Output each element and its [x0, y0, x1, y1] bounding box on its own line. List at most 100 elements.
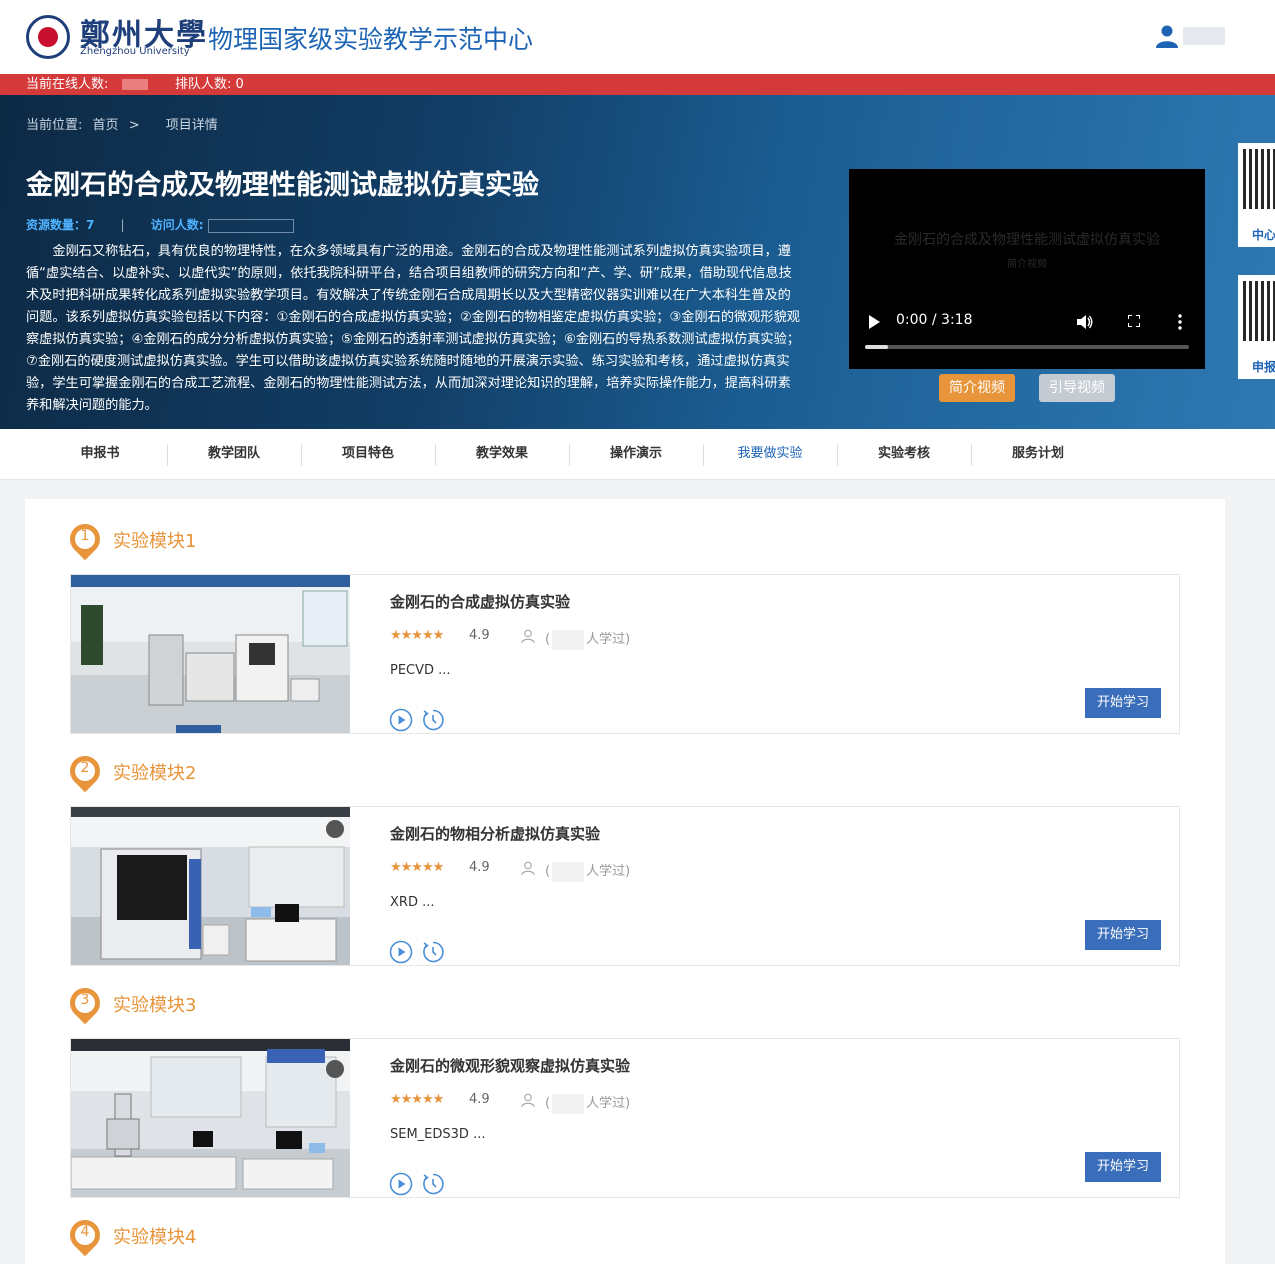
- video-overlay-subtitle: 简介视频: [1007, 259, 1047, 270]
- tab-service-plan[interactable]: 服务计划: [971, 429, 1105, 479]
- learner-count: ( 人学过): [545, 860, 630, 882]
- rating-stars: ★★★★★: [390, 860, 444, 875]
- qr-code-image: [1243, 149, 1275, 209]
- tab-application[interactable]: 申报书: [33, 429, 167, 479]
- resource-count: 资源数量：7: [26, 218, 95, 232]
- tab-do-experiment[interactable]: 我要做实验: [703, 429, 837, 479]
- experiment-description: SEM_EDS3D ...: [390, 1127, 486, 1142]
- project-hero: 当前位置: 首页 > 项目详情 金刚石的合成及物理性能测试虚拟仿真实验 资源数量…: [0, 95, 1275, 429]
- university-seal-logo[interactable]: [26, 15, 70, 59]
- intro-video-button[interactable]: 简介视频: [939, 374, 1015, 402]
- project-description: 金刚石又称钻石，具有优良的物理特性，在众多领域具有广泛的用途。金刚石的合成及物理…: [26, 244, 800, 413]
- play-icon[interactable]: [869, 315, 880, 329]
- learner-count: ( 人学过): [545, 628, 630, 650]
- clock-refresh-icon[interactable]: [421, 940, 445, 964]
- online-count-redacted: [122, 79, 148, 90]
- stats-separator: |: [120, 218, 125, 232]
- tab-teaching-effect[interactable]: 教学效果: [435, 429, 569, 479]
- module-number: 3: [80, 992, 90, 1008]
- visit-counter-image: [207, 218, 294, 233]
- module-label: 实验模块4: [113, 1227, 197, 1248]
- guide-video-button[interactable]: 引导视频: [1039, 374, 1115, 402]
- learner-count-redacted: [552, 861, 585, 882]
- video-progress-fill: [865, 345, 888, 349]
- tab-teaching-team[interactable]: 教学团队: [167, 429, 301, 479]
- user-name-redacted[interactable]: [1183, 27, 1225, 45]
- site-title[interactable]: 物理国家级实验教学示范中心: [208, 20, 533, 56]
- experiment-title[interactable]: 金刚石的合成虚拟仿真实验: [390, 591, 570, 612]
- learner-count-open: (: [545, 864, 551, 879]
- module-label: 实验模块1: [113, 531, 197, 552]
- rating-stars: ★★★★★: [390, 628, 444, 643]
- learner-count-open: (: [545, 1096, 551, 1111]
- experiment-description: XRD ...: [390, 895, 435, 910]
- start-learning-button[interactable]: 开始学习: [1085, 1152, 1161, 1182]
- module-number: 4: [80, 1224, 90, 1240]
- breadcrumb-home[interactable]: 首页: [93, 118, 119, 133]
- module-label: 实验模块3: [113, 995, 197, 1016]
- qr-code-center: 中心: [1238, 143, 1275, 247]
- play-circle-icon[interactable]: [389, 940, 413, 964]
- experiment-thumbnail[interactable]: [71, 1039, 350, 1197]
- visit-count-label: 访问人数:: [150, 218, 204, 232]
- learner-count-redacted: [552, 1093, 585, 1114]
- tab-assessment[interactable]: 实验考核: [837, 429, 971, 479]
- clock-refresh-icon[interactable]: [421, 708, 445, 732]
- intro-video-player[interactable]: 金刚石的合成及物理性能测试虚拟仿真实验 简介视频 0:00 / 3:18: [849, 169, 1205, 369]
- video-time: 0:00 / 3:18: [896, 312, 973, 328]
- experiment-thumbnail[interactable]: [71, 807, 350, 965]
- start-learning-button[interactable]: 开始学习: [1085, 920, 1161, 950]
- learner-count-label: 人学过): [586, 1096, 631, 1111]
- start-learning-button[interactable]: 开始学习: [1085, 688, 1161, 718]
- learner-count-label: 人学过): [586, 632, 631, 647]
- rating-value: 4.9: [469, 628, 490, 643]
- more-options-icon[interactable]: [1178, 314, 1182, 330]
- tab-demo[interactable]: 操作演示: [569, 429, 703, 479]
- experiment-title[interactable]: 金刚石的微观形貌观察虚拟仿真实验: [390, 1055, 630, 1076]
- video-overlay-title: 金刚石的合成及物理性能测试虚拟仿真实验: [894, 232, 1160, 248]
- university-logo-english: Zhengzhou University: [80, 46, 190, 57]
- experiment-title[interactable]: 金刚石的物相分析虚拟仿真实验: [390, 823, 600, 844]
- experiment-modules-panel: 1 实验模块1 金刚石的合成虚拟仿真实验 ★★★★★ 4.9 ( 人学过) PEC…: [25, 499, 1225, 1264]
- play-circle-icon[interactable]: [389, 1172, 413, 1196]
- top-header: 鄭州大學 Zhengzhou University 物理国家级实验教学示范中心: [0, 0, 1275, 74]
- learner-count-redacted: [552, 629, 585, 650]
- queue-count: 排队人数: 0: [175, 77, 244, 92]
- breadcrumb-prefix: 当前位置:: [26, 118, 83, 133]
- rating-value: 4.9: [469, 1092, 490, 1107]
- video-progress-bar[interactable]: [865, 345, 1189, 349]
- person-outline-icon: [521, 1093, 535, 1107]
- project-tabs: 申报书 教学团队 项目特色 教学效果 操作演示 我要做实验 实验考核 服务计划: [0, 429, 1275, 480]
- user-icon[interactable]: [1155, 24, 1179, 48]
- module-number: 2: [80, 760, 90, 776]
- experiment-card: 金刚石的合成虚拟仿真实验 ★★★★★ 4.9 ( 人学过) PECVD ... 开…: [70, 574, 1180, 734]
- experiment-card: 金刚石的微观形貌观察虚拟仿真实验 ★★★★★ 4.9 ( 人学过) SEM_EDS…: [70, 1038, 1180, 1198]
- qr-code-label: 申报: [1252, 360, 1275, 374]
- person-outline-icon: [521, 861, 535, 875]
- qr-code-label: 中心: [1252, 228, 1275, 242]
- module-label: 实验模块2: [113, 763, 197, 784]
- tab-features[interactable]: 项目特色: [301, 429, 435, 479]
- online-status-bar: 当前在线人数: 排队人数: 0: [0, 74, 1275, 95]
- qr-code-apply: 申报: [1238, 275, 1275, 379]
- volume-icon[interactable]: [1077, 315, 1093, 329]
- project-stats: 资源数量：7 | 访问人数:: [26, 216, 294, 233]
- fullscreen-icon[interactable]: [1128, 315, 1140, 327]
- experiment-thumbnail[interactable]: [71, 575, 350, 733]
- experiment-description: PECVD ...: [390, 663, 451, 678]
- breadcrumb-separator: >: [128, 118, 140, 133]
- learner-count-open: (: [545, 632, 551, 647]
- play-circle-icon[interactable]: [389, 708, 413, 732]
- module-number: 1: [80, 528, 90, 544]
- clock-refresh-icon[interactable]: [421, 1172, 445, 1196]
- breadcrumb-current: 项目详情: [165, 118, 218, 133]
- learner-count: ( 人学过): [545, 1092, 630, 1114]
- qr-code-image: [1243, 281, 1275, 341]
- rating-value: 4.9: [469, 860, 490, 875]
- project-title: 金刚石的合成及物理性能测试虚拟仿真实验: [26, 170, 539, 201]
- learner-count-label: 人学过): [586, 864, 631, 879]
- rating-stars: ★★★★★: [390, 1092, 444, 1107]
- online-count-label: 当前在线人数:: [26, 77, 109, 92]
- person-outline-icon: [521, 629, 535, 643]
- breadcrumb: 当前位置: 首页 > 项目详情: [26, 114, 224, 133]
